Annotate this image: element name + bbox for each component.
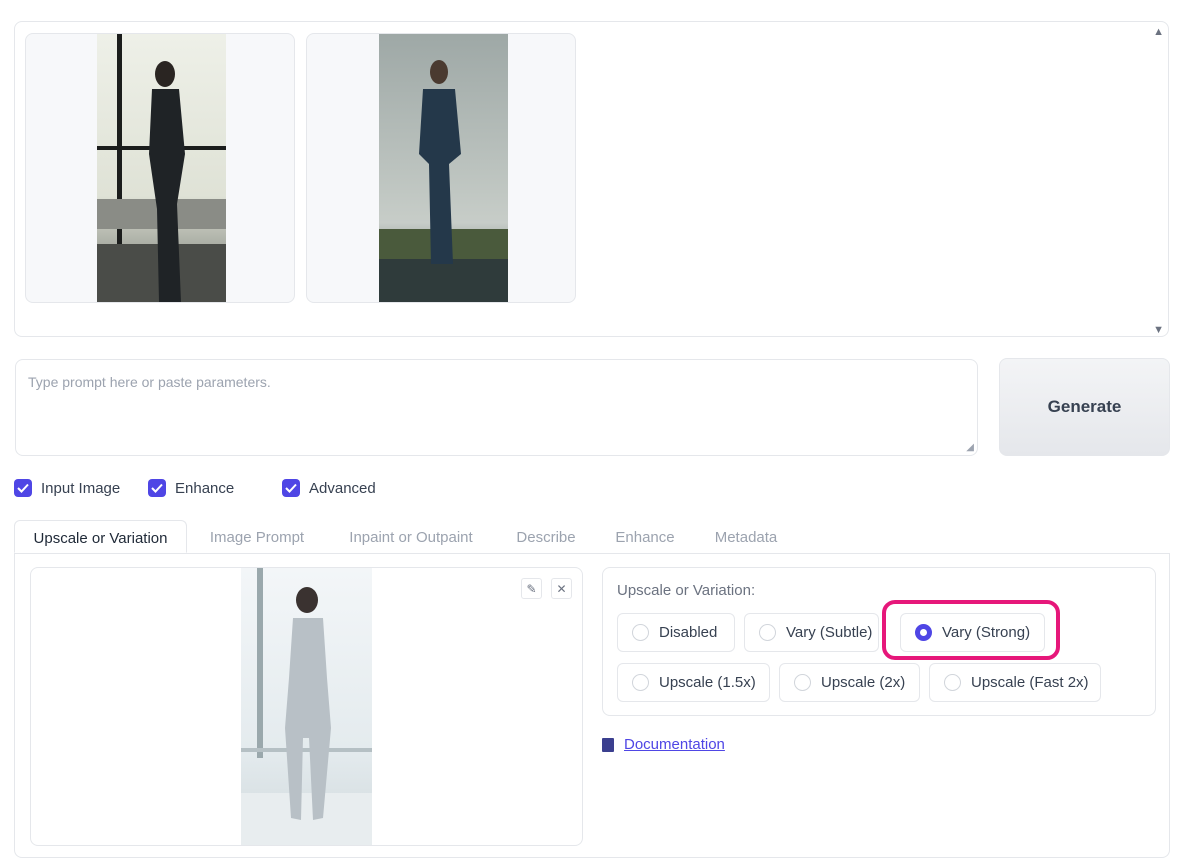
radio-label: Vary (Subtle): [786, 624, 873, 641]
radio-unchecked-icon[interactable]: [759, 624, 776, 641]
prompt-placeholder: Type prompt here or paste parameters.: [28, 374, 271, 390]
tab-bar: Upscale or Variation Image Prompt Inpain…: [14, 520, 1170, 554]
radio-label: Upscale (Fast 2x): [971, 674, 1089, 691]
radio-vary-subtle[interactable]: Vary (Subtle): [744, 613, 879, 652]
gallery-thumbnail-2[interactable]: [306, 33, 576, 303]
documentation-link[interactable]: Documentation: [602, 736, 725, 753]
tab-enhance[interactable]: Enhance: [607, 520, 683, 553]
radio-upscale-1-5x[interactable]: Upscale (1.5x): [617, 663, 770, 702]
checkbox-label: Input Image: [41, 479, 121, 497]
input-image-preview: [241, 568, 372, 845]
radio-unchecked-icon[interactable]: [632, 674, 649, 691]
radio-label: Disabled: [659, 624, 718, 641]
thumbnail-image-1: [97, 34, 226, 302]
checkbox-checked-icon[interactable]: [148, 479, 166, 497]
upscale-or-variation-group: Upscale or Variation: Disabled Vary (Sub…: [602, 567, 1156, 716]
book-icon: [602, 737, 614, 752]
radio-unchecked-icon[interactable]: [944, 674, 961, 691]
radio-unchecked-icon[interactable]: [794, 674, 811, 691]
resize-grip-icon[interactable]: ▼: [1153, 324, 1164, 336]
scroll-up-icon[interactable]: ▲: [1153, 26, 1164, 38]
radio-label: Upscale (1.5x): [659, 674, 756, 691]
edit-icon[interactable]: ✎: [521, 578, 542, 599]
radio-upscale-fast-2x[interactable]: Upscale (Fast 2x): [929, 663, 1101, 702]
prompt-input[interactable]: Type prompt here or paste parameters. ◢: [15, 359, 978, 456]
checkbox-label: Advanced: [309, 479, 376, 497]
checkbox-label: Enhance: [175, 479, 235, 497]
checkbox-advanced[interactable]: Advanced: [282, 479, 376, 497]
gallery-thumbnail-1[interactable]: [25, 33, 295, 303]
radio-label: Upscale (2x): [821, 674, 906, 691]
checkbox-input-image[interactable]: Input Image: [14, 479, 120, 497]
input-image-upload[interactable]: ✎ ✕: [30, 567, 583, 846]
checkbox-checked-icon[interactable]: [282, 479, 300, 497]
output-gallery: ▲ ▼: [14, 21, 1169, 337]
resize-handle-icon[interactable]: ◢: [966, 442, 974, 453]
tab-inpaint-or-outpaint[interactable]: Inpaint or Outpaint: [336, 520, 486, 553]
tab-describe[interactable]: Describe: [508, 520, 584, 553]
generate-button[interactable]: Generate: [999, 358, 1170, 456]
upscale-title: Upscale or Variation:: [617, 582, 756, 599]
radio-unchecked-icon[interactable]: [632, 624, 649, 641]
checkbox-checked-icon[interactable]: [14, 479, 32, 497]
tab-image-prompt[interactable]: Image Prompt: [199, 520, 315, 553]
radio-disabled[interactable]: Disabled: [617, 613, 735, 652]
documentation-label: Documentation: [624, 736, 725, 753]
checkbox-enhance[interactable]: Enhance: [148, 479, 234, 497]
thumbnail-image-2: [379, 34, 508, 302]
close-icon[interactable]: ✕: [551, 578, 572, 599]
tab-upscale-or-variation[interactable]: Upscale or Variation: [14, 520, 187, 553]
radio-upscale-2x[interactable]: Upscale (2x): [779, 663, 920, 702]
selection-highlight: [882, 600, 1060, 660]
tab-metadata[interactable]: Metadata: [706, 520, 786, 553]
